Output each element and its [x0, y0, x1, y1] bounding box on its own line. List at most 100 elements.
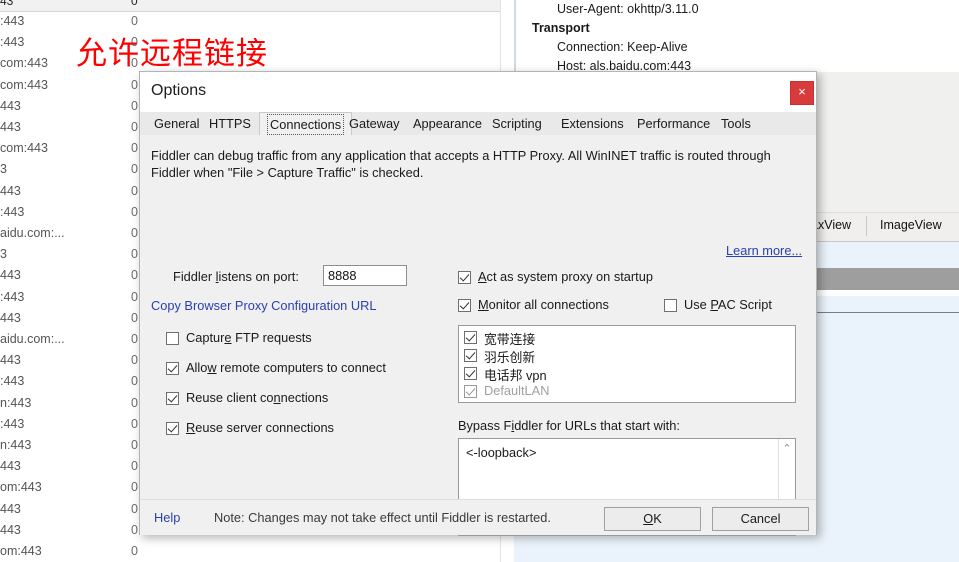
dialog-titlebar[interactable]: Options ×: [140, 72, 816, 112]
session-header-host: 43: [0, 0, 14, 8]
checkbox-label: Monitor all connections: [478, 297, 609, 312]
session-num: 0: [131, 416, 138, 431]
dialog-tab-general[interactable]: General: [147, 112, 207, 135]
session-num: 0: [131, 544, 138, 558]
label-accel: n: [273, 390, 281, 405]
session-num: 0: [131, 374, 138, 389]
red-annotation-text: 允许远程链接: [76, 36, 268, 72]
label-pre: Allo: [186, 360, 208, 375]
dialog-tab-tools[interactable]: Tools: [714, 112, 758, 135]
connections-description: Fiddler can debug traffic from any appli…: [151, 148, 771, 180]
session-num: 0: [131, 268, 138, 283]
session-num: 0: [131, 141, 138, 156]
port-input[interactable]: 8888: [323, 265, 407, 286]
bypass-text-value: <-loopback>: [466, 445, 537, 460]
checkbox-checked-icon[interactable]: [458, 271, 471, 284]
label-post: onitor all connections: [488, 297, 609, 312]
session-host: 3: [0, 247, 7, 262]
learn-more-link[interactable]: Learn more...: [726, 243, 802, 258]
label-pre: Use: [684, 297, 711, 312]
inspector-tab-separator: [866, 216, 867, 236]
checkbox-unchecked-icon[interactable]: [166, 332, 179, 345]
dialog-tab-label: Extensions: [561, 116, 624, 131]
checkbox-checked-icon[interactable]: [464, 349, 477, 362]
inspector-headers: User-Agent: okhttp/3.11.0 Transport Conn…: [514, 0, 959, 73]
session-host: :443: [0, 374, 25, 389]
session-num: 0: [131, 332, 138, 346]
checkbox-checked-icon[interactable]: [166, 362, 179, 375]
close-icon[interactable]: ×: [790, 81, 814, 105]
session-row[interactable]: om:443 0: [0, 541, 500, 562]
checkbox-checked-icon[interactable]: [464, 331, 477, 344]
dialog-tab-performance[interactable]: Performance: [630, 112, 717, 135]
dialog-tab-scripting[interactable]: Scripting: [485, 112, 549, 135]
dialog-tab-label: Gateway: [349, 116, 400, 131]
ok-label-post: K: [653, 511, 662, 526]
session-num: 0: [131, 353, 138, 368]
label-post: remote computers to connect: [216, 360, 386, 375]
dialog-tab-gateway[interactable]: Gateway: [342, 112, 407, 135]
checkbox-label: 宽带连接: [484, 332, 536, 347]
checkbox-checked-icon[interactable]: [458, 299, 471, 312]
bypass-label-pre: Bypass F: [458, 418, 512, 433]
label-post: AC Script: [717, 297, 772, 312]
checkbox-label: 电话邦 vpn: [484, 368, 547, 383]
label-accel: R: [186, 420, 196, 435]
checkbox-checked-icon[interactable]: [166, 392, 179, 405]
checkbox-checked-icon[interactable]: [166, 422, 179, 435]
dialog-tab-label: Connections: [267, 114, 345, 135]
label-pre: Captur: [186, 330, 225, 345]
dialog-tabstrip[interactable]: General HTTPS Connections Gateway Appearance…: [140, 112, 816, 136]
session-num: 0: [131, 226, 138, 240]
session-host: aidu.com:...: [0, 332, 65, 346]
session-host: :443: [0, 289, 25, 304]
label-post: ct as system proxy on startup: [486, 269, 653, 284]
session-num: 0: [131, 183, 138, 198]
dialog-title: Options: [151, 82, 207, 99]
dialog-tab-label: Appearance: [413, 116, 483, 131]
dialog-tab-label: HTTPS: [209, 116, 251, 131]
copy-proxy-config-link[interactable]: Copy Browser Proxy Configuration URL: [151, 298, 376, 313]
checkbox-checked-icon[interactable]: [464, 367, 477, 380]
ok-button[interactable]: OK: [604, 507, 701, 531]
checkbox-label: Allow remote computers to connect: [186, 360, 386, 375]
help-link[interactable]: Help: [154, 510, 180, 525]
dialog-tab-appearance[interactable]: Appearance: [406, 112, 489, 135]
session-host: 443: [0, 522, 21, 537]
inspector-tab-syntaxview[interactable]: axView: [811, 218, 851, 232]
label-post: euse server connections: [195, 420, 334, 435]
dialog-tab-extensions[interactable]: Extensions: [554, 112, 631, 135]
restart-note: Note: Changes may not take effect until …: [214, 510, 551, 525]
label-accel: M: [478, 297, 489, 312]
session-num: 0: [131, 77, 138, 92]
session-host: 443: [0, 98, 21, 113]
session-num: 0: [131, 120, 138, 134]
dialog-tab-https[interactable]: HTTPS: [202, 112, 258, 135]
session-num: 0: [131, 204, 138, 219]
checkbox-unchecked-icon[interactable]: [664, 299, 677, 312]
session-num: 0: [131, 459, 138, 474]
session-host: com:443: [0, 141, 48, 156]
session-host: 443: [0, 501, 21, 516]
inspector-tab-imageview[interactable]: ImageView: [880, 218, 942, 232]
network-interface-list[interactable]: 宽带连接 羽乐创新 电话邦 vpn DefaultLAN: [458, 325, 796, 403]
cancel-button[interactable]: Cancel: [712, 507, 809, 531]
session-num: 0: [131, 289, 138, 304]
session-host: n:443: [0, 395, 32, 410]
session-num: 0: [131, 162, 138, 177]
session-host: 443: [0, 310, 21, 325]
bypass-label: Bypass Fiddler for URLs that start with:: [458, 418, 680, 433]
checkbox-checked-icon[interactable]: [464, 385, 477, 398]
label-accel: e: [224, 330, 232, 345]
scroll-up-icon[interactable]: ⌃: [779, 441, 795, 457]
session-num: 0: [131, 501, 138, 516]
bypass-label-post: ddler for URLs that start with:: [514, 418, 680, 433]
inspector-line-1: Transport: [532, 21, 590, 35]
dialog-tab-label: Scripting: [492, 116, 542, 131]
dialog-footer: Help Note: Changes may not take effect u…: [140, 499, 816, 535]
dialog-tab-connections[interactable]: Connections: [259, 112, 353, 136]
session-num: 0: [131, 310, 138, 325]
ok-label-accel: O: [643, 511, 654, 526]
checkbox-label: Capture FTP requests: [186, 330, 312, 345]
label-post: nections: [280, 390, 329, 405]
